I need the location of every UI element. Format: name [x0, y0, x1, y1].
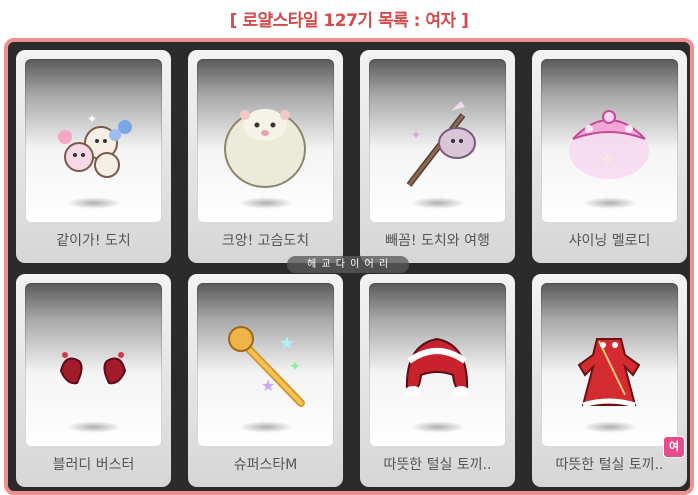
item-thumbnail: ✦: [25, 59, 162, 223]
item-card[interactable]: 블러디 버스터: [16, 274, 171, 487]
item-name: 따뜻한 털실 토끼..: [383, 457, 492, 473]
item-thumbnail: [541, 283, 678, 447]
item-name: 빼꼼! 도치와 여행: [385, 233, 490, 249]
item-name: 따뜻한 털실 토끼..: [555, 457, 664, 473]
item-thumbnail: [369, 283, 506, 447]
shining-melody-crown-icon: ✧: [569, 110, 649, 179]
item-shadow: [410, 197, 466, 209]
item-card[interactable]: 크앙! 고슴도치: [188, 50, 343, 263]
svg-text:✧: ✧: [601, 150, 614, 169]
item-thumbnail: ✧: [541, 59, 678, 223]
item-card[interactable]: 여 따뜻한 털실 토끼..: [532, 274, 687, 487]
bloody-buster-icon: [59, 352, 127, 385]
item-shadow: [582, 197, 638, 209]
item-card[interactable]: 따뜻한 털실 토끼..: [360, 274, 515, 487]
white-hedgehog-icon: [224, 109, 306, 188]
svg-text:✦: ✦: [289, 359, 301, 375]
page-title: [ 로얄스타일 127기 목록 : 여자 ]: [229, 11, 469, 31]
item-shadow: [410, 421, 466, 433]
svg-text:★: ★: [261, 376, 275, 395]
item-card[interactable]: ✦ 같이가! 도치: [16, 50, 171, 263]
item-name: 슈퍼스타M: [233, 457, 298, 473]
svg-text:✦: ✦: [411, 128, 421, 142]
watermark: 헤 교 다 이 어 리: [287, 256, 409, 273]
wool-rabbit-hat-icon: [405, 337, 469, 396]
item-shadow: [238, 197, 294, 209]
hedgehog-friends-icon: ✦: [58, 112, 132, 178]
svg-text:★: ★: [279, 333, 295, 354]
item-thumbnail: [197, 59, 334, 223]
wool-rabbit-dress-icon: [577, 338, 641, 408]
superstar-microphone-icon: ★ ★ ✦: [228, 326, 305, 407]
item-shadow: [66, 421, 122, 433]
item-card[interactable]: ✦ 빼꼼! 도치와 여행: [360, 50, 515, 263]
item-card[interactable]: ★ ★ ✦ 슈퍼스타M: [188, 274, 343, 487]
hedgehog-bindle-icon: ✦: [406, 101, 476, 187]
item-name: 샤이닝 멜로디: [568, 233, 651, 249]
item-name: 블러디 버스터: [52, 457, 135, 473]
item-card[interactable]: ✧ 샤이닝 멜로디: [532, 50, 687, 263]
item-thumbnail: ★ ★ ✦: [197, 283, 334, 447]
item-shadow: [238, 421, 294, 433]
item-shadow: [66, 197, 122, 209]
item-thumbnail: [25, 283, 162, 447]
item-shadow: [582, 421, 638, 433]
item-name: 같이가! 도치: [56, 233, 131, 249]
item-name: 크앙! 고슴도치: [221, 233, 310, 249]
item-thumbnail: ✦: [369, 59, 506, 223]
svg-text:✦: ✦: [87, 112, 97, 126]
